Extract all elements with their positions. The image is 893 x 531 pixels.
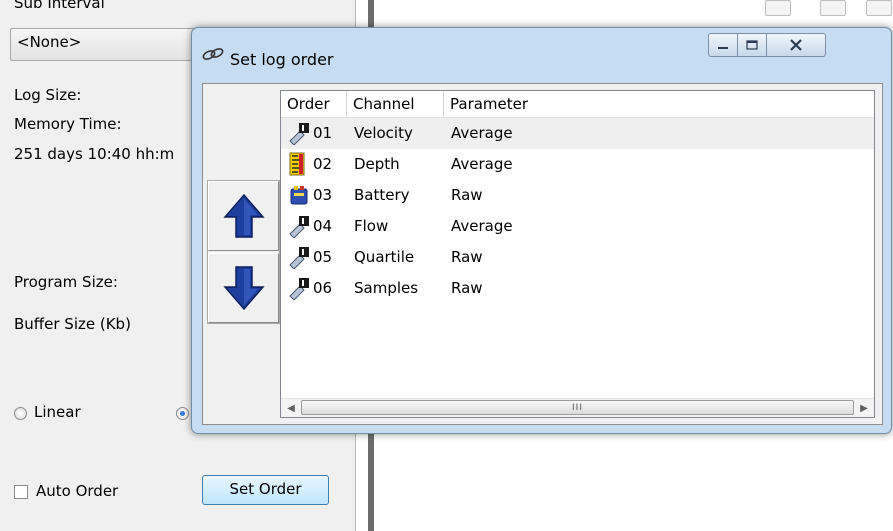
dialog-title: Set log order: [230, 50, 334, 69]
set-order-button[interactable]: Set Order: [202, 475, 329, 505]
row-channel: Samples: [354, 279, 419, 297]
set-log-order-dialog: Set log order Order Channel Parameter 01…: [191, 27, 892, 434]
row-channel: Flow: [354, 217, 389, 235]
maximize-icon: [746, 40, 758, 50]
row-parameter: Average: [451, 124, 513, 142]
move-down-button[interactable]: [208, 253, 279, 323]
sub-interval-label: Sub Interval: [14, 0, 105, 12]
linear-radio[interactable]: [14, 407, 27, 420]
column-header-order[interactable]: Order: [281, 91, 347, 117]
log-order-list[interactable]: Order Channel Parameter 01 Velocity Averag…: [280, 90, 875, 418]
background-mini-button: [820, 0, 846, 16]
row-order: 04: [313, 217, 333, 235]
list-row[interactable]: 04 Flow Average: [281, 211, 874, 242]
row-parameter: Average: [451, 217, 513, 235]
row-parameter: Average: [451, 155, 513, 173]
memory-time-value: 251 days 10:40 hh:m: [14, 145, 175, 163]
battery-icon: [287, 183, 311, 207]
scroll-left-arrow-icon[interactable]: ◀: [282, 399, 300, 417]
column-header-parameter[interactable]: Parameter: [444, 91, 874, 117]
list-row[interactable]: 03 Battery Raw: [281, 180, 874, 211]
row-parameter: Raw: [451, 186, 483, 204]
horizontal-scrollbar[interactable]: ◀ III ▶: [281, 398, 874, 417]
row-channel: Velocity: [354, 124, 413, 142]
row-order: 01: [313, 124, 333, 142]
background-mini-button: [866, 0, 892, 16]
row-parameter: Raw: [451, 248, 483, 266]
program-size-label: Program Size:: [14, 273, 118, 291]
depth-gauge-icon: [287, 152, 311, 176]
row-channel: Battery: [354, 186, 410, 204]
chain-link-icon: [202, 48, 224, 60]
column-header-channel[interactable]: Channel: [347, 91, 444, 117]
log-size-label: Log Size:: [14, 86, 82, 104]
row-channel: Quartile: [354, 248, 415, 266]
dialog-client-area: Order Channel Parameter 01 Velocity Averag…: [202, 83, 883, 425]
row-order: 03: [313, 186, 333, 204]
row-parameter: Raw: [451, 279, 483, 297]
auto-order-checkbox[interactable]: [14, 485, 28, 499]
minimize-icon: [718, 47, 728, 49]
sensor-icon: [287, 121, 311, 146]
list-row[interactable]: 01 Velocity Average: [281, 118, 874, 149]
close-button[interactable]: [767, 33, 826, 57]
minimize-button[interactable]: [708, 33, 738, 57]
background-mini-button: [765, 0, 791, 16]
arrow-down-icon: [222, 266, 265, 311]
memory-time-label: Memory Time:: [14, 115, 122, 133]
dialog-titlebar[interactable]: Set log order: [192, 28, 891, 80]
scroll-right-arrow-icon[interactable]: ▶: [855, 399, 873, 417]
row-order: 02: [313, 155, 333, 173]
maximize-button[interactable]: [738, 33, 767, 57]
auto-order-label: Auto Order: [36, 482, 119, 500]
list-row[interactable]: 06 Samples Raw: [281, 273, 874, 304]
other-radio[interactable]: [176, 407, 189, 420]
arrow-up-icon: [222, 193, 265, 238]
sensor-icon: [287, 214, 311, 239]
sensor-icon: [287, 276, 311, 301]
list-row[interactable]: 02 Depth Average: [281, 149, 874, 180]
buffer-size-label: Buffer Size (Kb): [14, 315, 131, 333]
combo-value: <None>: [17, 33, 82, 51]
sensor-icon: [287, 245, 311, 270]
scroll-thumb[interactable]: III: [301, 400, 854, 415]
linear-label: Linear: [34, 403, 81, 421]
arrow-button-group: [207, 180, 280, 324]
close-icon: [790, 39, 802, 51]
background-row: [380, 0, 892, 20]
move-up-button[interactable]: [208, 181, 279, 251]
list-row[interactable]: 05 Quartile Raw: [281, 242, 874, 273]
list-header: Order Channel Parameter: [281, 91, 874, 118]
row-order: 06: [313, 279, 333, 297]
row-channel: Depth: [354, 155, 400, 173]
row-order: 05: [313, 248, 333, 266]
